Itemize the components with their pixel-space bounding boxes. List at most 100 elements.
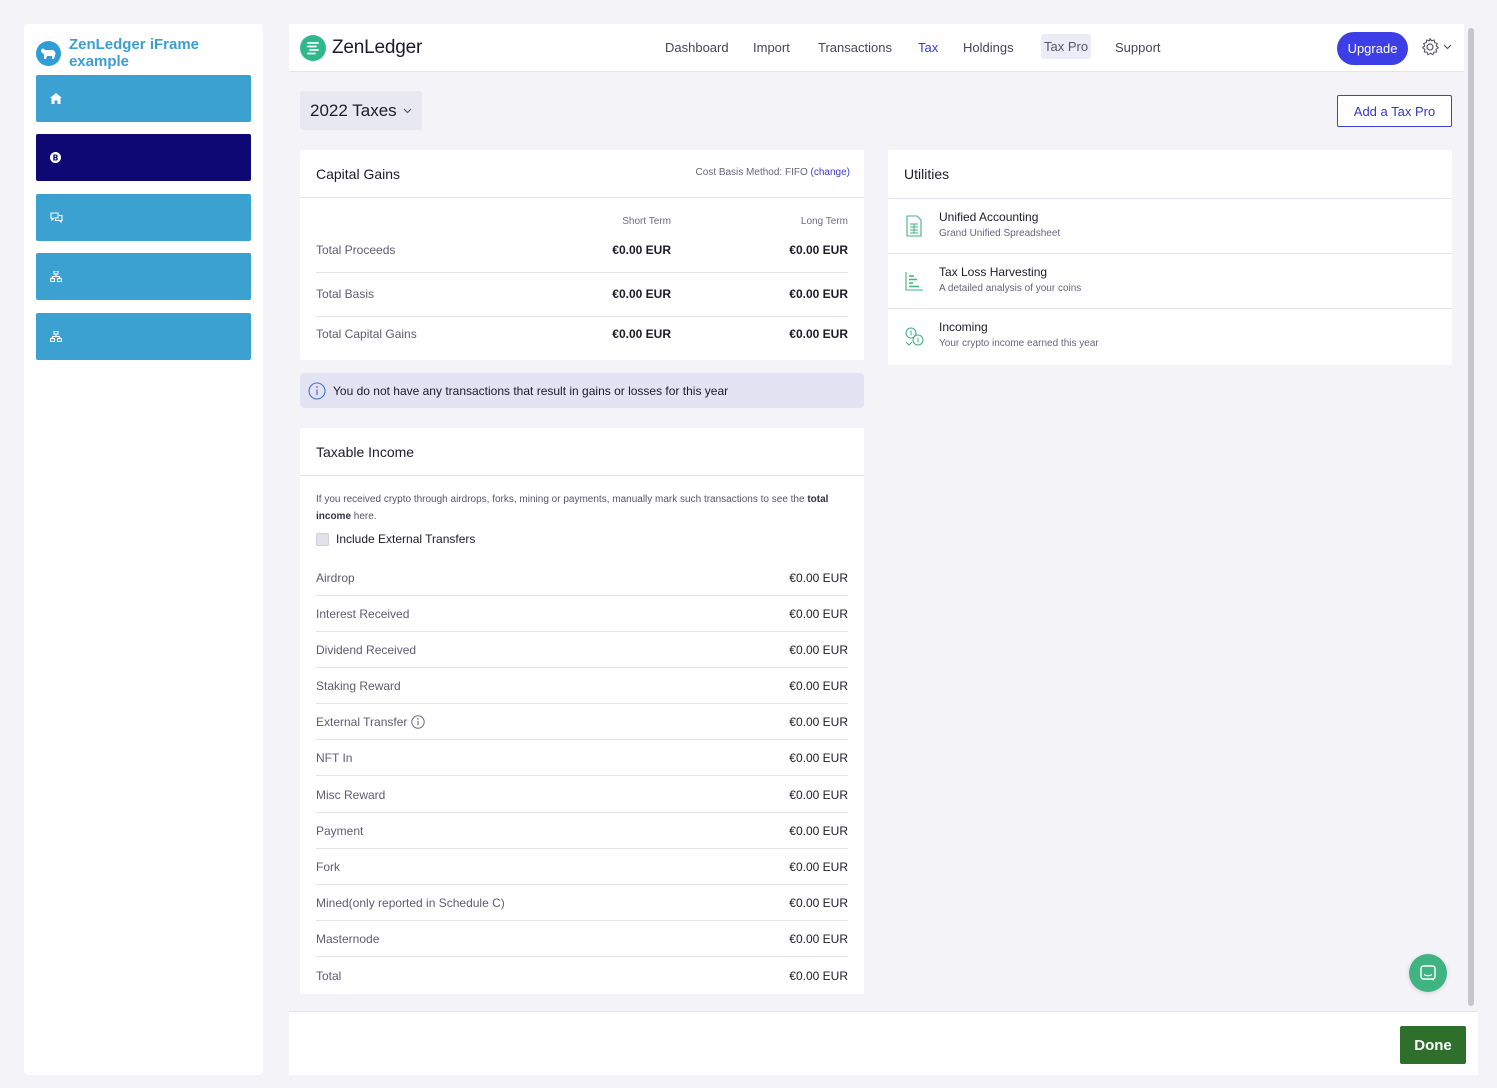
nav-support[interactable]: Support bbox=[1115, 40, 1161, 55]
list-item: Airdrop €0.00 EUR bbox=[316, 560, 848, 596]
description-suffix: here. bbox=[351, 511, 377, 522]
nav-holdings[interactable]: Holdings bbox=[963, 40, 1014, 55]
list-item: Dividend Received €0.00 EUR bbox=[316, 632, 848, 668]
long-term-value: €0.00 EUR bbox=[789, 243, 848, 257]
utility-incoming[interactable]: Incoming Your crypto income earned this … bbox=[888, 309, 1452, 364]
nav-dashboard[interactable]: Dashboard bbox=[665, 40, 729, 55]
host-chat-button[interactable] bbox=[36, 194, 251, 241]
bull-logo-icon bbox=[36, 40, 61, 66]
host-sitemap-button-1[interactable] bbox=[36, 253, 251, 300]
list-item: Payment €0.00 EUR bbox=[316, 813, 848, 849]
income-value: €0.00 EUR bbox=[789, 606, 848, 621]
done-button[interactable]: Done bbox=[1400, 1026, 1466, 1064]
coins-icon bbox=[905, 327, 924, 346]
zenledger-logo-icon bbox=[300, 35, 326, 61]
taxable-income-card: Taxable Income If you received crypto th… bbox=[300, 428, 864, 994]
gear-icon bbox=[1422, 37, 1439, 56]
list-item: NFT In €0.00 EUR bbox=[316, 740, 848, 776]
host-home-button[interactable] bbox=[36, 75, 251, 122]
tax-year-label: 2022 Taxes bbox=[310, 100, 397, 120]
settings-menu[interactable] bbox=[1420, 37, 1452, 57]
income-label: Mined(only reported in Schedule C) bbox=[316, 895, 505, 910]
info-icon[interactable] bbox=[411, 714, 426, 729]
list-item: External Transfer €0.00 EUR bbox=[316, 704, 848, 740]
scrollbar-thumb[interactable] bbox=[1468, 28, 1474, 1006]
capital-gains-card: Capital Gains Cost Basis Method: FIFO (c… bbox=[300, 150, 864, 360]
income-label: NFT In bbox=[316, 750, 353, 765]
utility-tax-loss-harvesting[interactable]: Tax Loss Harvesting A detailed analysis … bbox=[888, 254, 1452, 309]
host-sitemap-button-2[interactable] bbox=[36, 313, 251, 360]
cost-basis-method: Cost Basis Method: FIFO (change) bbox=[695, 167, 850, 178]
list-item: Mined(only reported in Schedule C) €0.00 … bbox=[316, 885, 848, 921]
nav-import[interactable]: Import bbox=[753, 40, 790, 55]
row-label: Total Capital Gains bbox=[316, 327, 417, 341]
income-label: External Transfer bbox=[316, 714, 408, 729]
divider bbox=[316, 316, 848, 317]
chat-bubble-icon bbox=[1420, 964, 1436, 981]
long-term-value: €0.00 EUR bbox=[789, 287, 848, 301]
income-value: €0.00 EUR bbox=[789, 714, 848, 729]
host-bitcoin-button[interactable]: B bbox=[36, 134, 251, 181]
chat-icon bbox=[50, 212, 63, 223]
tax-year-select[interactable]: 2022 Taxes bbox=[300, 91, 422, 130]
nav-tax[interactable]: Tax bbox=[918, 40, 938, 55]
add-tax-pro-button[interactable]: Add a Tax Pro bbox=[1337, 95, 1452, 127]
divider bbox=[316, 272, 848, 273]
short-term-value: €0.00 EUR bbox=[612, 287, 671, 301]
row-label: Total Proceeds bbox=[316, 243, 396, 257]
change-method-link[interactable]: (change) bbox=[811, 167, 850, 178]
bitcoin-icon: B bbox=[50, 152, 61, 163]
taxable-income-description: If you received crypto through airdrops,… bbox=[316, 491, 846, 525]
income-label: Staking Reward bbox=[316, 678, 401, 693]
utilities-title: Utilities bbox=[888, 150, 1452, 199]
income-label: Fork bbox=[316, 859, 340, 874]
short-term-header: Short Term bbox=[622, 216, 671, 227]
no-transactions-notice: You do not have any transactions that re… bbox=[300, 373, 864, 408]
income-value: €0.00 EUR bbox=[789, 750, 848, 765]
chat-launcher-button[interactable] bbox=[1409, 954, 1447, 992]
utility-subtitle: A detailed analysis of your coins bbox=[939, 283, 1082, 294]
income-value: €0.00 EUR bbox=[789, 570, 848, 585]
list-item: Staking Reward €0.00 EUR bbox=[316, 668, 848, 704]
income-label: Total bbox=[316, 969, 342, 983]
income-value: €0.00 EUR bbox=[789, 642, 848, 657]
upgrade-button[interactable]: Upgrade bbox=[1337, 32, 1408, 65]
utility-subtitle: Grand Unified Spreadsheet bbox=[939, 228, 1061, 239]
chevron-down-icon bbox=[403, 108, 412, 113]
utility-title: Incoming bbox=[939, 320, 988, 334]
spreadsheet-icon bbox=[906, 215, 922, 237]
host-title: ZenLedger iFrame example bbox=[68, 36, 200, 70]
income-value: €0.00 EUR bbox=[789, 931, 848, 946]
cost-basis-method-label: Cost Basis Method: FIFO bbox=[695, 167, 808, 178]
income-value: €0.00 EUR bbox=[789, 969, 848, 983]
list-item: Misc Reward €0.00 EUR bbox=[316, 777, 848, 813]
zenledger-iframe: ZenLedger Dashboard Import Transactions … bbox=[289, 24, 1478, 1075]
bar-chart-icon bbox=[905, 272, 923, 291]
income-label: Payment bbox=[316, 823, 364, 838]
taxable-income-title: Taxable Income bbox=[300, 428, 864, 476]
income-label: Misc Reward bbox=[316, 787, 386, 802]
list-item: Fork €0.00 EUR bbox=[316, 849, 848, 885]
host-header: ZenLedger iFrame example bbox=[36, 36, 263, 70]
sitemap-icon bbox=[50, 271, 62, 282]
short-term-value: €0.00 EUR bbox=[612, 327, 671, 341]
long-term-value: €0.00 EUR bbox=[789, 327, 848, 341]
brand-name: ZenLedger bbox=[332, 37, 423, 58]
income-label: Dividend Received bbox=[316, 642, 417, 657]
list-item: Masternode €0.00 EUR bbox=[316, 921, 848, 957]
include-external-transfers[interactable]: Include External Transfers bbox=[316, 532, 475, 546]
income-value: €0.00 EUR bbox=[789, 823, 848, 838]
footer-bar: Done bbox=[289, 1011, 1478, 1075]
include-external-checkbox[interactable] bbox=[316, 532, 329, 546]
home-icon bbox=[50, 93, 62, 104]
brand[interactable]: ZenLedger bbox=[300, 35, 422, 61]
vertical-scrollbar[interactable] bbox=[1464, 24, 1478, 1011]
row-label: Total Basis bbox=[316, 287, 375, 301]
long-term-header: Long Term bbox=[800, 216, 848, 227]
utility-unified-accounting[interactable]: Unified Accounting Grand Unified Spreads… bbox=[888, 199, 1452, 254]
income-value: €0.00 EUR bbox=[789, 895, 848, 910]
nav-transactions[interactable]: Transactions bbox=[818, 40, 892, 55]
nav-tax-pro[interactable]: Tax Pro bbox=[1041, 34, 1092, 59]
description-text: If you received crypto through airdrops,… bbox=[316, 494, 808, 505]
notice-text: You do not have any transactions that re… bbox=[333, 383, 729, 398]
